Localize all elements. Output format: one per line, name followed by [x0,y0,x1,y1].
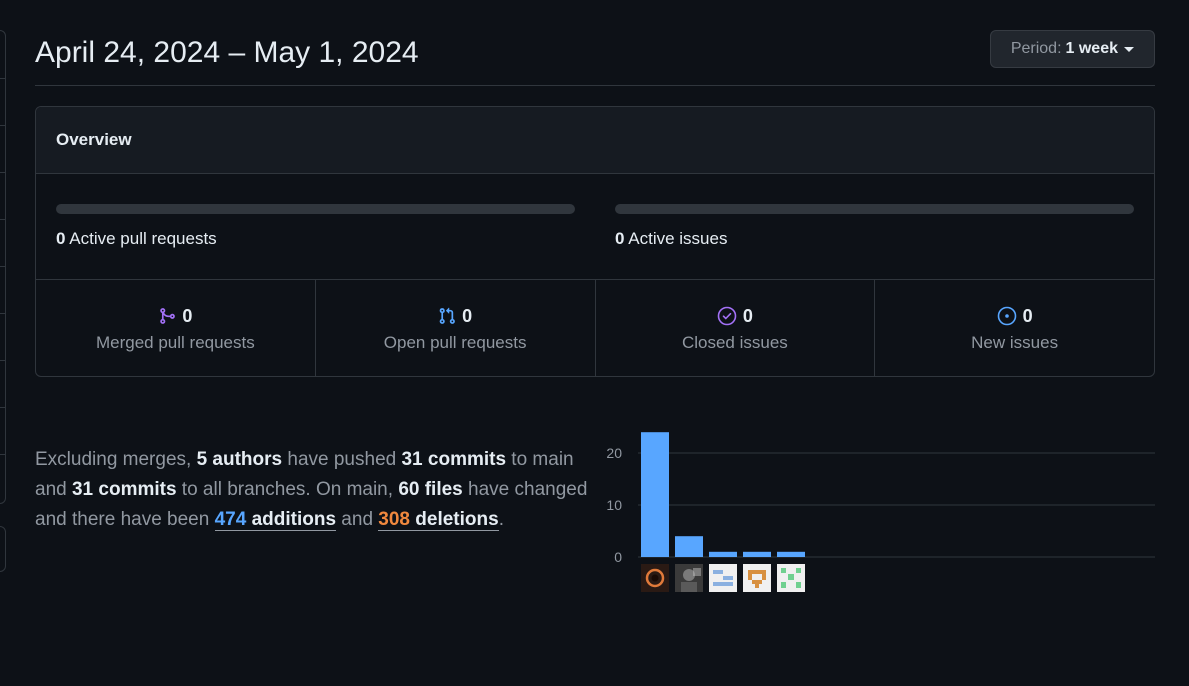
chart-bar[interactable] [641,432,669,557]
sidebar-divider [0,266,5,267]
new-issues-count: 0 [1022,305,1033,326]
sidebar-edge-lower [0,526,6,572]
additions-link[interactable]: 474 additions [214,509,337,531]
active-issues-count: 0 [615,229,625,248]
additions-number: 474 [214,509,247,530]
active-prs-label: Active pull requests [69,229,217,248]
chart-bar[interactable] [709,551,737,557]
summary-text: and [336,509,379,530]
sidebar-divider [0,454,5,455]
overview-progress-row: 0 Active pull requests 0 Active issues [36,174,1154,280]
additions-word: additions [246,509,337,530]
summary-text: to all branches. On main, [176,479,399,500]
open-prs-label: Open pull requests [383,332,527,352]
overview-header: Overview [36,107,1154,174]
commit-summary: Excluding merges, 5 authors have pushed … [35,445,595,535]
active-prs-summary[interactable]: 0 Active pull requests [56,229,575,249]
closed-issues-label: Closed issues [681,332,788,352]
active-issues-column: 0 Active issues [615,204,1134,249]
new-issues-label: New issues [971,332,1059,352]
overview-heading: Overview [56,130,132,149]
sidebar-divider [0,78,5,79]
closed-issues-count: 0 [742,305,753,326]
y-tick-label: 10 [606,497,622,513]
active-prs-column: 0 Active pull requests [56,204,575,249]
open-prs-count: 0 [462,305,473,326]
period-dropdown-button[interactable]: Period: 1 week [989,30,1155,68]
y-tick-label: 20 [606,445,622,461]
sidebar-divider [0,172,5,173]
active-prs-progress-bar [56,204,575,214]
active-issues-progress-bar [615,204,1134,214]
merged-prs-label: Merged pull requests [95,332,255,352]
merged-prs-count: 0 [182,305,193,326]
summary-text: Excluding merges, [35,449,197,470]
identicon-blue-icon[interactable] [709,564,737,592]
sidebar-edge [0,30,6,504]
commits-all-count: 31 commits [71,479,177,500]
commits-by-author-chart: 0 10 20 [606,432,1155,592]
sidebar-divider [0,360,5,361]
issue-closed-icon [717,306,737,326]
overview-stats-row: 0 Merged pull requests 0 Open pull reque… [36,280,1154,376]
stat-new-issues[interactable]: 0 New issues [875,280,1154,376]
y-tick-label: 0 [614,549,622,565]
commits-main-count: 31 commits [401,449,507,470]
avatar-photo-icon[interactable] [675,564,703,592]
overview-panel: Overview 0 Active pull requests 0 Active… [35,106,1155,377]
sidebar-divider [0,407,5,408]
summary-text: have pushed [282,449,402,470]
identicon-orange-icon[interactable] [743,564,771,592]
issue-opened-icon [997,306,1017,326]
page-title: April 24, 2024 – May 1, 2024 [35,36,419,69]
avatar-eye-icon[interactable] [641,564,669,592]
active-issues-label: Active issues [628,229,728,248]
active-issues-summary[interactable]: 0 Active issues [615,229,1134,249]
stat-open-prs[interactable]: 0 Open pull requests [316,280,596,376]
authors-count: 5 authors [196,449,283,470]
deletions-word: deletions [410,509,499,530]
period-value: 1 week [1065,40,1118,57]
chart-bar[interactable] [777,551,805,557]
files-count: 60 files [398,479,463,500]
deletions-number: 308 [378,509,410,530]
git-pull-request-icon [438,307,456,325]
git-merge-icon [158,307,176,325]
caret-down-icon [1124,46,1134,52]
stat-closed-issues[interactable]: 0 Closed issues [596,280,876,376]
deletions-link[interactable]: 308 deletions [378,509,499,531]
active-prs-count: 0 [56,229,66,248]
page-header: April 24, 2024 – May 1, 2024 Period: 1 w… [35,30,1155,86]
identicon-green-icon[interactable] [777,564,805,592]
sidebar-divider [0,219,5,220]
sidebar-divider [0,125,5,126]
chart-bar[interactable] [675,536,703,557]
sidebar-divider [0,313,5,314]
period-label: Period: [1010,40,1062,57]
stat-merged-prs[interactable]: 0 Merged pull requests [36,280,316,376]
summary-text: . [498,509,504,530]
chart-bar[interactable] [743,551,771,557]
